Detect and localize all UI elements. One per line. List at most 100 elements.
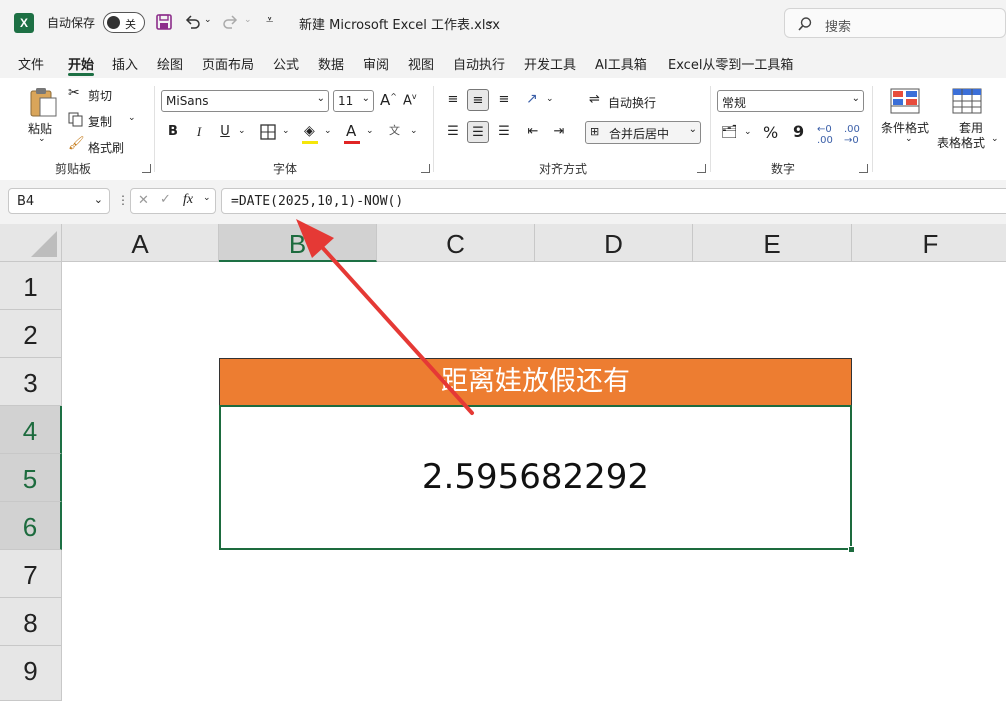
decrease-decimal-icon[interactable]: .00 →0 <box>844 124 860 146</box>
customize-toolbar-icon[interactable]: ⩡ <box>266 13 273 28</box>
merge-center-button[interactable]: ⊞ 合并后居中 ⌄ <box>585 121 701 144</box>
cut-icon[interactable]: ✂ <box>68 85 80 101</box>
formula-bar-grip-icon[interactable]: ⋮ <box>117 193 129 207</box>
copy-icon[interactable] <box>68 112 83 127</box>
undo-icon[interactable] <box>183 13 201 31</box>
cut-button[interactable]: 剪切 <box>88 87 112 104</box>
title-chevron-down-icon[interactable]: ⌄ <box>485 13 495 27</box>
format-painter-icon[interactable]: 🖌 <box>68 136 85 151</box>
insert-function-icon[interactable]: fx <box>183 192 193 208</box>
tab-home[interactable]: 开始 <box>68 54 94 73</box>
alignment-launcher-icon[interactable] <box>697 164 706 173</box>
format-table-chevron-down-icon[interactable]: ⌄ <box>991 134 999 144</box>
format-as-table-icon[interactable] <box>952 88 982 114</box>
row-header-1[interactable]: 1 <box>0 262 62 310</box>
document-title[interactable]: 新建 Microsoft Excel 工作表.xlsx <box>299 14 500 33</box>
decrease-font-size-icon[interactable]: Av <box>403 92 417 108</box>
italic-button[interactable]: I <box>188 121 210 143</box>
column-header-e[interactable]: E <box>693 224 852 262</box>
borders-icon[interactable] <box>260 124 276 140</box>
align-right-icon[interactable]: ☰ <box>493 121 515 143</box>
tab-file[interactable]: 文件 <box>18 54 44 73</box>
underline-chevron-down-icon[interactable]: ⌄ <box>238 126 246 136</box>
row-header-2[interactable]: 2 <box>0 310 62 358</box>
search-box[interactable]: 搜索 <box>784 8 1006 38</box>
fill-handle[interactable] <box>848 546 855 553</box>
increase-indent-icon[interactable]: ⇥ <box>548 121 570 143</box>
row-header-4[interactable]: 4 <box>0 406 62 454</box>
cancel-entry-icon[interactable]: ✕ <box>138 193 149 208</box>
accounting-chevron-down-icon[interactable]: ⌄ <box>744 127 752 137</box>
font-size-select[interactable]: 11 ⌄ <box>333 90 374 112</box>
wrap-text-icon[interactable]: ⇌ <box>589 92 600 107</box>
fill-color-icon[interactable]: ◈ <box>304 123 315 139</box>
wrap-text-button[interactable]: 自动换行 <box>608 94 656 111</box>
column-header-d[interactable]: D <box>535 224 693 262</box>
comma-style-button[interactable]: 9 <box>793 122 804 141</box>
fx-chevron-down-icon[interactable]: ⌄ <box>203 193 211 203</box>
align-middle-icon[interactable]: ≡ <box>467 89 489 111</box>
underline-button[interactable]: U <box>214 121 236 143</box>
decrease-indent-icon[interactable]: ⇤ <box>522 121 544 143</box>
name-box[interactable]: B4 ⌄ <box>8 188 110 214</box>
tab-automate[interactable]: 自动执行 <box>453 54 505 73</box>
tab-developer[interactable]: 开发工具 <box>524 54 576 73</box>
confirm-entry-icon[interactable]: ✓ <box>160 192 171 207</box>
accounting-format-icon[interactable]: 🗂 <box>721 125 738 140</box>
undo-dropdown-icon[interactable]: ⌄ <box>204 15 212 25</box>
tab-formulas[interactable]: 公式 <box>273 54 299 73</box>
increase-decimal-icon[interactable]: ←0.00 <box>817 124 833 146</box>
copy-button[interactable]: 复制 <box>88 113 112 130</box>
align-top-icon[interactable]: ≡ <box>442 89 464 111</box>
tab-view[interactable]: 视图 <box>408 54 434 73</box>
font-color-icon[interactable]: A <box>346 122 356 140</box>
tab-excel-toolbox[interactable]: Excel从零到一工具箱 <box>668 54 793 73</box>
clipboard-launcher-icon[interactable] <box>142 164 151 173</box>
row-header-9[interactable]: 9 <box>0 646 62 701</box>
column-header-c[interactable]: C <box>377 224 535 262</box>
paste-icon[interactable] <box>28 86 58 118</box>
paste-chevron-down-icon[interactable]: ⌄ <box>38 134 46 144</box>
column-header-a[interactable]: A <box>62 224 219 262</box>
tab-data[interactable]: 数据 <box>318 54 344 73</box>
redo-dropdown-icon[interactable]: ⌄ <box>244 15 252 25</box>
font-color-chevron-down-icon[interactable]: ⌄ <box>366 126 374 136</box>
copy-chevron-down-icon[interactable]: ⌄ <box>128 113 136 123</box>
row-header-8[interactable]: 8 <box>0 598 62 646</box>
format-as-table-button[interactable]: 表格格式 <box>937 134 985 151</box>
bold-button[interactable]: B <box>162 121 184 143</box>
font-name-select[interactable]: MiSans ⌄ <box>161 90 329 112</box>
number-launcher-icon[interactable] <box>859 164 868 173</box>
save-icon[interactable] <box>155 13 173 31</box>
row-header-3[interactable]: 3 <box>0 358 62 406</box>
row-header-7[interactable]: 7 <box>0 550 62 598</box>
phonetic-chevron-down-icon[interactable]: ⌄ <box>410 126 418 136</box>
increase-font-size-icon[interactable]: A^ <box>380 91 397 109</box>
merged-value-cell-b4[interactable]: 2.595682292 <box>219 405 852 550</box>
number-format-select[interactable]: 常规 ⌄ <box>717 90 864 112</box>
align-left-icon[interactable]: ☰ <box>442 121 464 143</box>
column-header-f[interactable]: F <box>852 224 1006 262</box>
tab-ai-toolbox[interactable]: AI工具箱 <box>595 54 647 73</box>
phonetic-guide-icon[interactable]: 文 <box>389 122 400 138</box>
percent-style-button[interactable]: % <box>763 123 778 142</box>
tab-draw[interactable]: 绘图 <box>157 54 183 73</box>
autosave-toggle[interactable]: 关 <box>103 12 145 33</box>
worksheet-grid[interactable]: A B C D E F 1 2 3 4 5 6 7 8 9 距离娃放假还有 2.… <box>0 224 1006 701</box>
merged-title-cell-b3[interactable]: 距离娃放假还有 <box>219 358 852 406</box>
format-painter-button[interactable]: 格式刷 <box>88 139 124 156</box>
formula-input[interactable]: =DATE(2025,10,1)-NOW() <box>221 188 1006 214</box>
orientation-icon[interactable]: ↗ <box>526 91 538 107</box>
orientation-chevron-down-icon[interactable]: ⌄ <box>546 94 554 104</box>
conditional-formatting-icon[interactable] <box>890 88 920 114</box>
column-header-b[interactable]: B <box>219 224 377 262</box>
redo-icon[interactable] <box>222 13 240 31</box>
borders-chevron-down-icon[interactable]: ⌄ <box>282 126 290 136</box>
conditional-chevron-down-icon[interactable]: ⌄ <box>905 134 913 144</box>
row-header-5[interactable]: 5 <box>0 454 62 502</box>
align-bottom-icon[interactable]: ≡ <box>493 89 515 111</box>
tab-page-layout[interactable]: 页面布局 <box>202 54 254 73</box>
align-center-icon[interactable]: ☰ <box>467 121 489 143</box>
row-header-6[interactable]: 6 <box>0 502 62 550</box>
tab-review[interactable]: 审阅 <box>363 54 389 73</box>
